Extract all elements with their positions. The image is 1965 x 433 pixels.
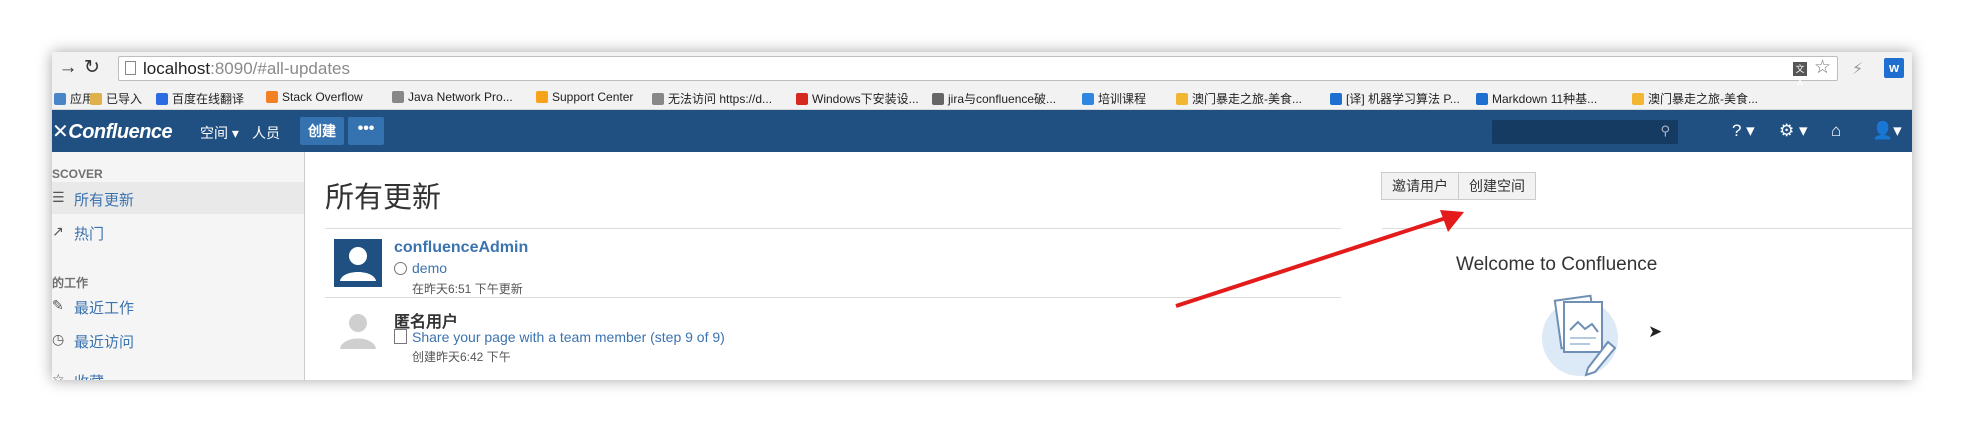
bookmark-item[interactable]: 已导入 <box>90 90 142 107</box>
bookmark-label: jira与confluence破... <box>948 92 1057 106</box>
nav-spaces[interactable]: 空间 ▾ <box>200 123 239 143</box>
support-icon <box>536 91 548 103</box>
extension-w-icon[interactable]: w <box>1884 58 1904 78</box>
sidebar: SCOVER ☰ 所有更新 ↗ 热门 的工作 ✎ 最近工作 ◷ 最近访问 ☆ 收… <box>52 152 305 380</box>
weibo-icon <box>796 93 808 105</box>
bookmark-label: Stack Overflow <box>282 90 363 104</box>
bookmark-label: [译] 机器学习算法 P... <box>1346 92 1460 106</box>
bookmark-item[interactable]: Java Network Pro... <box>392 90 513 104</box>
feed-timestamp: 在昨天6:51 下午更新 <box>412 282 523 296</box>
bird-icon <box>932 93 944 105</box>
baidu-translate-icon <box>156 93 168 105</box>
forward-icon[interactable]: → <box>58 58 78 78</box>
bookmark-label: 百度在线翻译 <box>172 92 245 106</box>
bookmarks-bar: 应用 已导入 百度在线翻译 Stack Overflow Java Network Pr… <box>52 86 1912 110</box>
page-icon <box>392 91 404 103</box>
confluence-header: ✕Confluence 空间 ▾ 人员 创建 ••• ⚲ ? ▾ ⚙ ▾ ⌂ 👤… <box>52 110 1912 152</box>
feed-page-link[interactable]: Share your page with a team member (step… <box>394 329 725 345</box>
bookmark-label: 无法访问 https://d... <box>668 92 773 106</box>
extension-icon[interactable]: ⚡ <box>1852 59 1863 79</box>
page-title: 所有更新 <box>325 182 442 214</box>
bookmark-item[interactable]: 澳门暴走之旅-美食... <box>1176 90 1302 107</box>
bookmark-item[interactable]: Markdown 11种基... <box>1476 90 1597 107</box>
bookmark-item[interactable]: 培训课程 <box>1082 90 1146 107</box>
travel-icon <box>1632 93 1644 105</box>
section-discover: SCOVER <box>52 167 103 181</box>
article-icon <box>1330 93 1342 105</box>
search-icon: ⚲ <box>1660 123 1670 138</box>
browser-toolbar: → ↻ localhost:8090/#all-updates 文A ☆ ⚡ w <box>52 52 1912 88</box>
browser-window: → ↻ localhost:8090/#all-updates 文A ☆ ⚡ w… <box>52 52 1912 380</box>
feed-timestamp: 创建昨天6:42 下午 <box>412 350 511 364</box>
sidebar-item-label: 收藏 <box>74 371 104 380</box>
reload-icon[interactable]: ↻ <box>82 58 102 78</box>
annotation-arrow-icon <box>1175 210 1464 308</box>
sidebar-item-recent-visited[interactable]: ◷ 最近访问 <box>52 324 304 356</box>
help-icon[interactable]: ? ▾ <box>1732 120 1755 142</box>
bookmark-item[interactable]: 澳门暴走之旅-美食... <box>1632 90 1758 107</box>
avatar <box>334 307 382 355</box>
bookmark-item[interactable]: Windows下安装设... <box>796 90 919 107</box>
avatar[interactable] <box>334 239 382 287</box>
markdown-icon <box>1476 93 1488 105</box>
nav-people[interactable]: 人员 <box>252 123 280 143</box>
bookmark-item[interactable]: [译] 机器学习算法 P... <box>1330 90 1460 107</box>
bookmark-item[interactable]: jira与confluence破... <box>932 90 1056 107</box>
feed-space-link[interactable]: demo <box>394 260 447 276</box>
search-input[interactable]: ⚲ <box>1492 120 1678 144</box>
apps-icon <box>54 93 66 105</box>
more-button[interactable]: ••• <box>348 117 384 145</box>
gear-icon[interactable]: ⚙ ▾ <box>1779 120 1808 142</box>
bookmark-star-icon[interactable]: ☆ <box>1814 58 1831 78</box>
bookmark-label: Support Center <box>552 90 634 104</box>
page-icon <box>652 93 664 105</box>
create-button[interactable]: 创建 <box>300 117 344 145</box>
sidebar-item-label: 热门 <box>74 226 105 243</box>
notifications-icon[interactable]: ⌂ <box>1831 120 1841 142</box>
course-icon <box>1082 93 1094 105</box>
page-icon <box>394 329 407 344</box>
mouse-cursor-icon: ➤ <box>1648 322 1663 341</box>
feed-user-name[interactable]: confluenceAdmin <box>394 239 528 257</box>
star-icon: ☆ <box>52 371 65 380</box>
bookmark-label: Windows下安装设... <box>812 92 919 106</box>
sidebar-item-all-updates[interactable]: ☰ 所有更新 <box>52 182 304 214</box>
space-icon <box>394 262 407 275</box>
bookmark-item[interactable]: 无法访问 https://d... <box>652 90 772 107</box>
url-text: localhost:8090/#all-updates <box>143 59 350 78</box>
invite-users-button[interactable]: 邀请用户 <box>1381 172 1459 200</box>
sidebar-item-label: 最近访问 <box>74 334 135 351</box>
stackoverflow-icon <box>266 91 278 103</box>
bookmark-item[interactable]: 百度在线翻译 <box>156 90 244 107</box>
bookmark-item[interactable]: Support Center <box>536 90 633 104</box>
create-space-button[interactable]: 创建空间 <box>1458 172 1536 200</box>
sidebar-item-saved[interactable]: ☆ 收藏 <box>52 364 304 380</box>
pencil-icon: ✎ <box>52 297 64 313</box>
page-icon <box>125 61 136 75</box>
travel-icon <box>1176 93 1188 105</box>
sidebar-item-popular[interactable]: ↗ 热门 <box>52 216 304 248</box>
bookmark-item[interactable]: 应用 <box>54 90 94 107</box>
clock-icon: ◷ <box>52 331 65 347</box>
sidebar-item-label: 最近工作 <box>74 300 135 317</box>
trending-icon: ↗ <box>52 223 64 239</box>
user-avatar-icon[interactable]: 👤▾ <box>1872 120 1902 142</box>
bookmark-label: 澳门暴走之旅-美食... <box>1648 92 1758 106</box>
folder-icon <box>90 93 102 105</box>
bookmark-label: 已导入 <box>106 92 143 106</box>
sidebar-item-recent-work[interactable]: ✎ 最近工作 <box>52 290 304 322</box>
welcome-illustration <box>1530 280 1630 380</box>
bookmark-label: Markdown 11种基... <box>1492 92 1598 106</box>
url-bar[interactable]: localhost:8090/#all-updates 文A ☆ <box>118 56 1838 88</box>
bookmark-label: 澳门暴走之旅-美食... <box>1192 92 1302 106</box>
bookmark-label: 培训课程 <box>1098 92 1147 106</box>
translate-icon[interactable]: 文A <box>1793 62 1807 88</box>
section-my-work: 的工作 <box>52 276 89 290</box>
bookmark-label: Java Network Pro... <box>408 90 513 104</box>
list-icon: ☰ <box>52 189 65 205</box>
sidebar-item-label: 所有更新 <box>74 192 135 209</box>
confluence-logo[interactable]: ✕Confluence <box>52 119 173 144</box>
bookmark-item[interactable]: Stack Overflow <box>266 90 363 104</box>
